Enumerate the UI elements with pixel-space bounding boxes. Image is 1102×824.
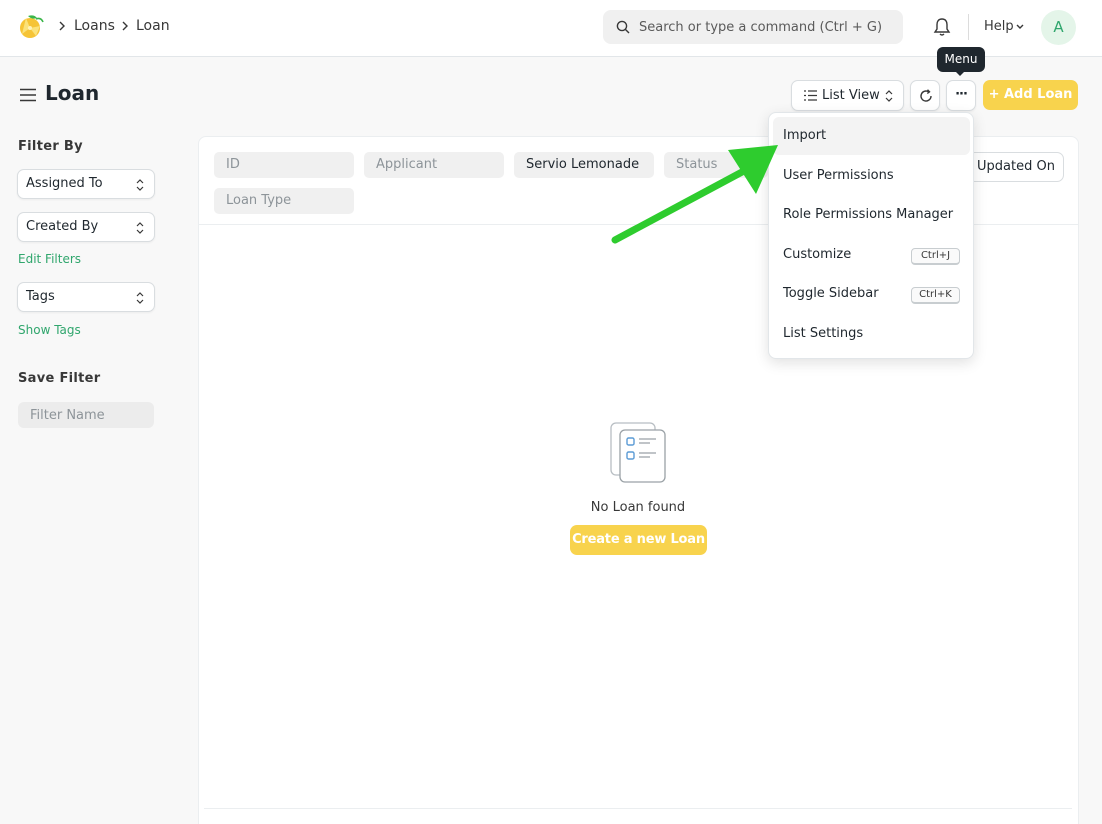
refresh-icon [920,89,932,102]
loan-type-filter-input[interactable]: Loan Type [214,188,354,214]
lemon-logo-icon[interactable] [18,14,44,40]
sidebar-toggle-icon[interactable] [19,88,37,102]
menu-button[interactable]: ··· [946,80,976,111]
navbar: Loans Loan Help A [0,0,1102,57]
search-input[interactable] [639,10,894,44]
select-caret-icon [136,179,144,191]
search-icon [616,20,630,34]
menu-tooltip: Menu [937,47,985,72]
applicant-filter-input[interactable]: Applicant [364,152,504,178]
keyboard-shortcut: Ctrl+K [911,287,960,304]
select-caret-icon [885,90,893,102]
breadcrumb-loan[interactable]: Loan [136,18,170,34]
empty-list-icon [610,422,666,483]
select-caret-icon [136,222,144,234]
save-filter-heading: Save Filter [18,371,101,386]
breadcrumb-chevron-icon [122,21,128,31]
card-footer-divider [204,808,1072,809]
created-by-select[interactable]: Created By [17,212,155,242]
more-options-icon: ··· [955,87,968,102]
create-new-loan-button[interactable]: Create a new Loan [570,525,707,555]
edit-filters-link[interactable]: Edit Filters [18,252,81,266]
menu-item-label: Customize [783,247,852,262]
navbar-divider [968,14,969,40]
page-title: Loan [45,81,100,105]
keyboard-shortcut: Ctrl+J [911,248,960,265]
help-menu[interactable]: Help [984,19,1014,34]
filter-name-input[interactable] [18,402,154,428]
breadcrumb-loans[interactable]: Loans [74,18,115,34]
created-by-label: Created By [26,219,99,234]
add-loan-button[interactable]: + Add Loan [983,80,1078,110]
menu-item-label: Toggle Sidebar [783,286,879,301]
options-dropdown-menu: Import User Permissions Role Permissions… [768,112,974,359]
bell-icon[interactable] [933,17,951,37]
select-caret-icon [136,292,144,304]
avatar[interactable]: A [1041,10,1076,45]
tooltip-arrow [955,71,965,76]
status-filter-select[interactable]: Status [664,152,768,178]
menu-item-list-settings[interactable]: List Settings [773,315,970,353]
breadcrumb-chevron-icon [59,21,65,31]
refresh-button[interactable] [910,80,940,111]
menu-item-customize[interactable]: Customize Ctrl+J [773,236,970,274]
id-filter-input[interactable]: ID [214,152,354,178]
tags-select[interactable]: Tags [17,282,155,312]
sort-by-button[interactable]: Updated On [968,152,1064,182]
menu-item-label: User Permissions [783,168,894,183]
show-tags-link[interactable]: Show Tags [18,323,81,337]
menu-item-label: Import [783,128,827,143]
list-view-button[interactable]: List View [791,80,904,111]
menu-item-role-permissions-manager[interactable]: Role Permissions Manager [773,196,970,234]
search-bar[interactable] [603,10,903,44]
menu-item-import[interactable]: Import [773,117,970,155]
tags-label: Tags [26,289,55,304]
menu-item-label: Role Permissions Manager [783,207,954,222]
menu-item-user-permissions[interactable]: User Permissions [773,157,970,195]
list-view-label: List View [822,88,880,103]
list-icon [804,90,817,101]
empty-state-message: No Loan found [590,500,686,515]
assigned-to-label: Assigned To [26,176,103,191]
menu-item-toggle-sidebar[interactable]: Toggle Sidebar Ctrl+K [773,275,970,313]
assigned-to-select[interactable]: Assigned To [17,169,155,199]
filter-by-heading: Filter By [18,139,83,154]
company-filter-input[interactable]: Servio Lemonade [514,152,654,178]
menu-item-label: List Settings [783,326,864,341]
chevron-down-icon[interactable] [1015,23,1025,31]
